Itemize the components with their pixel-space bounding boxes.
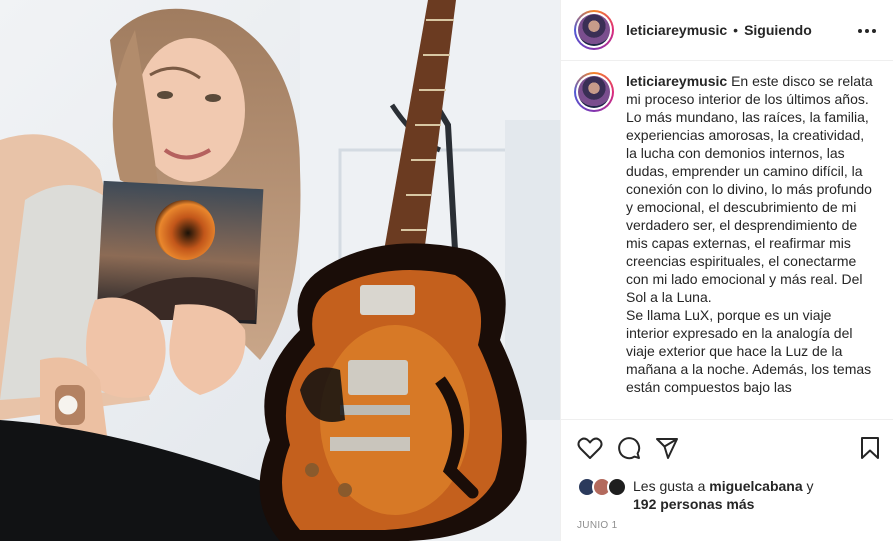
caption-username[interactable]: leticiareymusic [626,73,727,89]
caption-avatar[interactable] [574,72,614,112]
likes-text: Les gusta a miguelcabana y 192 personas … [633,477,823,513]
following-button[interactable]: Siguiendo [744,22,812,38]
caption-text: En este disco se relata mi proceso inter… [626,73,873,395]
caption: leticiareymusic En este disco se relata … [574,72,890,416]
author-username[interactable]: leticiareymusic [626,22,727,38]
likes-count[interactable]: 192 personas más [633,496,754,512]
heart-icon[interactable] [577,436,603,460]
likes-summary: Les gusta a miguelcabana y 192 personas … [577,477,823,513]
author-avatar[interactable] [574,10,614,50]
post-image [0,0,560,541]
separator-dot: • [733,22,739,38]
more-options-icon[interactable] [858,29,876,33]
post-date[interactable]: JUNIO 1 [577,520,617,531]
caption-body: leticiareymusic En este disco se relata … [626,72,878,416]
likes-prefix: Les gusta a [633,478,706,494]
bookmark-icon[interactable] [860,436,880,460]
comment-icon[interactable] [617,436,641,460]
post-photo[interactable] [0,0,560,541]
post-sidebar: leticiareymusic • Siguiendo leticiareymu… [560,0,893,541]
liker-avatars[interactable] [577,477,631,499]
action-bar: Les gusta a miguelcabana y 192 personas … [561,419,893,541]
paper-plane-icon[interactable] [655,436,679,460]
post-header: leticiareymusic • Siguiendo [561,0,893,61]
likes-connector: y [806,478,814,494]
liker-username[interactable]: miguelcabana [709,478,802,494]
